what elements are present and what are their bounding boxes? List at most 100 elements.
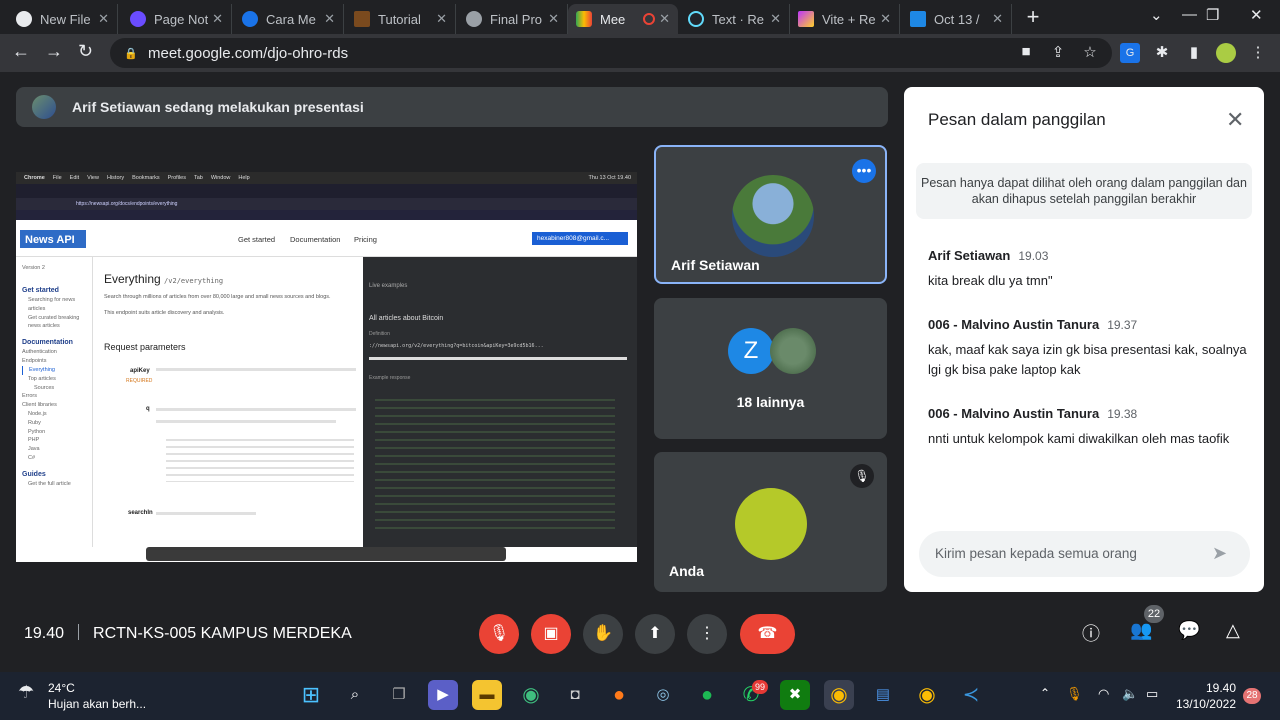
close-tab-icon[interactable]: ✕ [659,11,670,27]
close-tab-icon[interactable]: ✕ [98,11,109,27]
mini-url: https://newsapi.org/docs/endpoints/every… [16,198,637,210]
close-tab-icon[interactable]: ✕ [992,11,1003,27]
browser-tab-active[interactable]: Mee ✕ [568,4,678,34]
tab-strip: New File ✕ Page Not ✕ Cara Me ✕ Tutorial ✕ F… [0,0,1280,34]
code-panel: Live examples All articles about Bitcoin… [363,257,637,547]
bookmark-star-icon[interactable]: ☆ [1080,43,1100,63]
edge-icon[interactable]: ◉ [516,680,546,710]
chrome-profile-icon[interactable]: ◉ [912,680,942,710]
browser-tab[interactable]: Page Not ✕ [122,4,232,34]
present-screen-button[interactable]: ⬆ [635,614,675,654]
task-view-icon[interactable]: ❐ [384,680,414,710]
people-icon[interactable]: 👥 [1130,620,1152,641]
clock-time[interactable]: 19.40 [1180,681,1236,695]
clock-date[interactable]: 13/10/2022 [1168,697,1236,711]
activities-icon[interactable]: △ [1226,620,1240,641]
weather-icon[interactable]: ☂ [18,682,34,703]
meeting-name: RCTN-KS-005 KAMPUS MERDEKA [93,625,352,642]
end-call-button[interactable]: ☎ [740,614,795,654]
notification-badge[interactable]: 28 [1243,688,1261,704]
site-icon [242,11,258,27]
battery-icon[interactable]: ▭ [1146,686,1158,702]
search-icon[interactable]: ⌕ [340,680,370,710]
camera-toggle-button[interactable]: ▣ [531,614,571,654]
lock-icon: 🔒 [124,48,138,60]
camera-app-icon[interactable]: ◘ [560,680,590,710]
file-explorer-icon[interactable]: ▬ [472,680,502,710]
raise-hand-button[interactable]: ✋ [583,614,623,654]
firefox-icon[interactable]: ● [604,680,634,710]
browser-tab[interactable]: Final Pro ✕ [458,4,568,34]
translate-icon[interactable]: G [1120,43,1140,63]
close-tab-icon[interactable]: ✕ [212,11,223,27]
close-tab-icon[interactable]: ✕ [324,11,335,27]
avatar [732,175,814,257]
browser-tab[interactable]: Tutorial ✕ [346,4,456,34]
account-button: hexabiner808@gmail.c... [532,232,628,245]
doc-heading: Everything /v2/everything [104,272,224,286]
address-bar[interactable]: 🔒 meet.google.com/djo-ohro-rds [110,38,1112,68]
xbox-icon[interactable]: ✖ [780,680,810,710]
menu-kebab-icon[interactable]: ⋮ [1248,43,1268,63]
shared-screen: Chrome File Edit View History Bookmarks … [16,172,637,562]
back-icon[interactable]: ← [12,41,30,62]
side-panel-icon[interactable]: ▮ [1184,43,1204,63]
forward-icon[interactable]: → [45,41,63,62]
avatar [770,328,816,374]
avatar [32,95,56,119]
app-icon[interactable]: ◎ [648,680,678,710]
chrome-icon[interactable]: ◉ [824,680,854,710]
mic-off-icon: 🎙 [850,464,874,488]
volume-icon[interactable]: 🔈 [1122,686,1138,702]
close-tab-icon[interactable]: ✕ [770,11,781,27]
share-icon[interactable]: ⇪ [1048,43,1068,63]
info-icon[interactable]: ⓘ [1082,620,1100,646]
restore-button[interactable]: ❐ [1206,6,1219,24]
close-window-button[interactable]: ✕ [1250,6,1263,24]
react-icon [688,11,704,27]
browser-tab[interactable]: Text · Re ✕ [680,4,790,34]
send-icon[interactable]: ➤ [1212,543,1227,564]
windows-start-icon[interactable]: ⊞ [296,680,326,710]
close-tab-icon[interactable]: ✕ [880,11,891,27]
participant-tile-others[interactable]: Z 18 lainnya [654,298,887,439]
participant-tile-self[interactable]: 🎙 Anda [654,452,887,592]
close-tab-icon[interactable]: ✕ [548,11,559,27]
participant-tile-presenter[interactable]: ••• Arif Setiawan [654,145,887,284]
close-icon[interactable]: ✕ [1226,107,1244,133]
chat-panel: Pesan dalam panggilan ✕ Pesan hanya dapa… [904,87,1264,592]
chat-message: 006 - Malvino Austin Tanura 19.38 nnti un… [928,406,1230,446]
browser-tab[interactable]: Oct 13 /✕ [902,4,1012,34]
browser-tab[interactable]: New File ✕ [8,4,118,34]
browser-tab[interactable]: Cara Me ✕ [234,4,344,34]
minimize-button[interactable]: — [1182,6,1197,23]
chat-icon[interactable]: 💬 [1178,620,1200,641]
vscode-icon[interactable]: ≺ [956,680,986,710]
site-icon [354,11,370,27]
codeshare-icon [910,11,926,27]
mic-tray-icon[interactable]: 🎙 [1066,686,1083,702]
page-icon [130,11,146,27]
weather-desc: Hujan akan berh... [48,697,147,711]
browser-tab[interactable]: Vite + Re ✕ [790,4,900,34]
more-options-icon[interactable]: ••• [852,159,876,183]
notes-icon[interactable]: ▤ [868,680,898,710]
teams-icon[interactable]: ▶ [428,680,458,710]
request-parameters: Request parameters [104,342,186,352]
extensions-icon[interactable]: ✱ [1152,43,1172,63]
new-tab-button[interactable]: + [1016,6,1050,30]
spotify-icon[interactable]: ● [692,680,722,710]
mini-tabstrip [16,184,637,198]
mac-menubar: Chrome File Edit View History Bookmarks … [16,172,637,184]
wifi-icon[interactable]: ◠ [1098,686,1109,702]
more-options-button[interactable]: ⋮ [687,614,727,654]
whatsapp-badge: 99 [752,680,768,694]
chat-input[interactable]: Kirim pesan kepada semua orang [919,531,1250,577]
mic-toggle-button[interactable]: 🎙 [479,614,519,654]
reload-icon[interactable]: ↻ [78,41,93,62]
close-tab-icon[interactable]: ✕ [436,11,447,27]
tray-chevron-icon[interactable]: ⌃ [1040,686,1050,700]
tab-search-icon[interactable]: ⌄ [1150,6,1163,24]
profile-avatar[interactable] [1216,43,1236,63]
camera-icon[interactable]: ■ [1016,43,1036,63]
